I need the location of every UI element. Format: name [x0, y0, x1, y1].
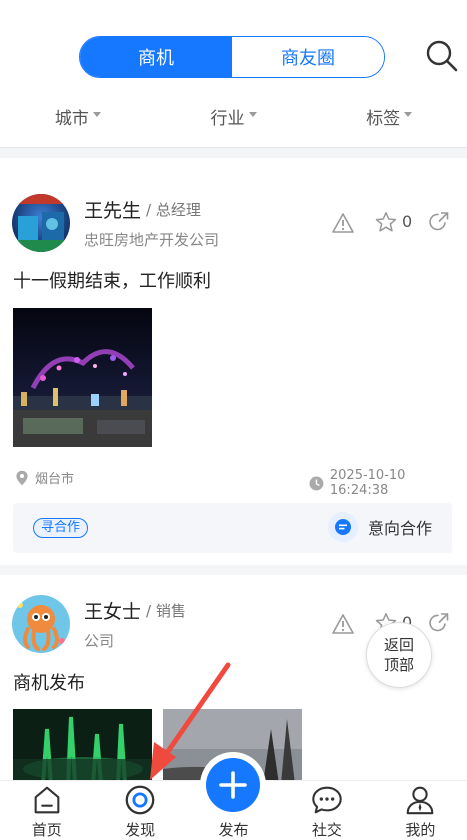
share-icon[interactable] — [428, 612, 450, 634]
clock-icon — [309, 476, 324, 490]
post-image[interactable] — [13, 709, 152, 784]
nav-mine-label: 我的 — [405, 821, 436, 839]
report-warning-icon[interactable] — [332, 212, 354, 234]
nav-mine[interactable]: 我的 — [374, 781, 467, 840]
chat-icon — [312, 786, 342, 814]
discover-page: 商机 商友圈 城市 行业 标签 王先生 / 总经理 忠旺房地产开发公司 0 十一… — [0, 0, 467, 840]
report-warning-icon[interactable] — [332, 613, 354, 635]
tab-business[interactable]: 商机 — [80, 37, 232, 77]
nav-home-label: 首页 — [31, 821, 62, 839]
profile-icon — [407, 786, 434, 815]
author-name: 王先生 — [84, 200, 142, 222]
post-content: 商机发布 — [13, 673, 85, 694]
author-title: / 总经理 — [146, 201, 201, 219]
post-time: 2025-10-10 16:24:38 — [309, 468, 467, 498]
nav-home[interactable]: 首页 — [0, 781, 93, 840]
caret-down-icon — [404, 111, 413, 117]
avatar[interactable] — [12, 194, 70, 252]
publish-button[interactable] — [206, 758, 260, 812]
nav-social-label: 社交 — [311, 821, 342, 839]
nav-discover[interactable]: 发现 — [93, 781, 186, 840]
post-location: 烟台市 — [15, 468, 74, 487]
filter-city[interactable]: 城市 — [0, 96, 156, 136]
author-name: 王女士 — [84, 601, 142, 623]
post-action-bar: 寻合作 意向合作 — [13, 503, 452, 553]
author-company: 公司 — [84, 632, 115, 650]
avatar[interactable] — [12, 595, 70, 653]
nav-social[interactable]: 社交 — [280, 781, 373, 840]
favorite-count: 0 — [402, 212, 413, 231]
home-icon — [34, 786, 60, 814]
nav-discover-label: 发现 — [125, 821, 156, 839]
star-icon[interactable] — [375, 211, 397, 233]
caret-down-icon — [248, 111, 257, 117]
intent-cooperate-button[interactable]: 意向合作 — [327, 512, 432, 542]
caret-down-icon — [92, 111, 101, 117]
back-to-top-line2: 顶部 — [383, 656, 414, 674]
time-text: 2025-10-10 16:24:38 — [329, 468, 406, 498]
filter-city-label: 城市 — [54, 108, 89, 129]
filter-bar: 城市 行业 标签 — [0, 96, 467, 136]
tab-friends-circle[interactable]: 商友圈 — [232, 37, 384, 77]
discover-icon — [125, 785, 155, 815]
filter-tag[interactable]: 标签 — [311, 96, 467, 136]
section-gap — [0, 565, 467, 575]
filter-industry-label: 行业 — [210, 108, 245, 129]
post-content: 十一假期结束，工作顺利 — [13, 271, 211, 292]
intent-cooperate-label: 意向合作 — [367, 519, 432, 538]
section-gap — [0, 148, 467, 158]
nav-publish-label: 发布 — [218, 821, 249, 839]
back-to-top-line1: 返回 — [383, 636, 414, 654]
search-icon[interactable] — [424, 38, 460, 74]
message-icon — [327, 512, 358, 542]
top-tab-switch: 商机 商友圈 — [79, 36, 385, 78]
filter-industry[interactable]: 行业 — [156, 96, 312, 136]
back-to-top-button[interactable]: 返回 顶部 — [366, 622, 432, 688]
share-icon[interactable] — [428, 211, 450, 233]
location-text: 烟台市 — [35, 472, 75, 487]
location-pin-icon — [16, 470, 28, 485]
author-company: 忠旺房地产开发公司 — [84, 231, 220, 249]
plus-icon — [219, 771, 247, 799]
filter-tag-label: 标签 — [366, 108, 401, 129]
author-title: / 销售 — [146, 602, 186, 620]
post-image[interactable] — [13, 308, 152, 447]
post-tag-badge: 寻合作 — [33, 518, 89, 538]
